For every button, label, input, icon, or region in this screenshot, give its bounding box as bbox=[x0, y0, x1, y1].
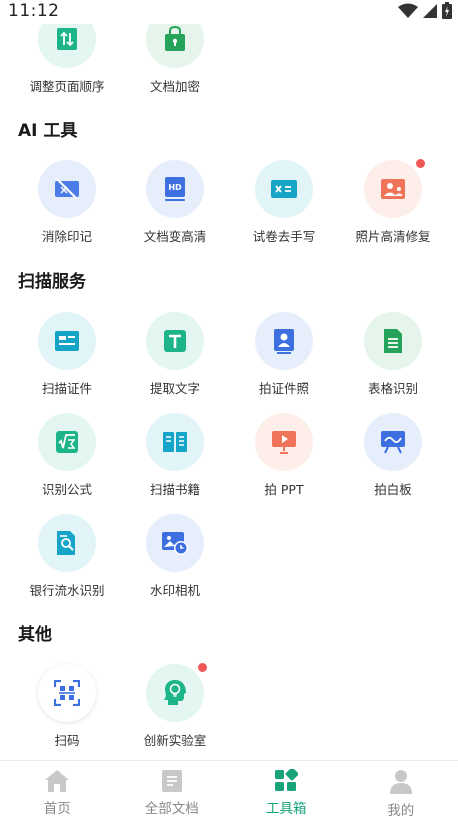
tool-remove-mark[interactable]: 消除印记 bbox=[12, 160, 122, 245]
tool-reorder-pages[interactable]: 调整页面顺序 bbox=[12, 24, 122, 95]
tool-label: 表格识别 bbox=[367, 381, 418, 396]
tool-watermark-camera[interactable]: 水印相机 bbox=[120, 514, 230, 599]
signal-icon bbox=[423, 3, 437, 18]
status-bar: 11:12 bbox=[0, 0, 458, 24]
tool-innovation-lab[interactable]: 创新实验室 bbox=[120, 663, 230, 749]
sheet-icon bbox=[384, 329, 402, 353]
book-icon bbox=[163, 432, 187, 452]
formula-icon bbox=[56, 431, 78, 453]
tool-label: 扫描证件 bbox=[41, 381, 92, 396]
whiteboard-icon bbox=[381, 431, 405, 454]
tab-label: 工具箱 bbox=[266, 801, 307, 817]
reorder-icon bbox=[57, 28, 77, 50]
tool-label: 文档加密 bbox=[149, 79, 200, 94]
tab-toolbox[interactable]: 工具箱 bbox=[229, 761, 344, 820]
id-card-icon bbox=[55, 331, 79, 351]
qr-scan-icon bbox=[54, 680, 80, 706]
tool-shoot-whiteboard[interactable]: 拍白板 bbox=[338, 413, 448, 498]
tool-label: 文档变高清 bbox=[143, 229, 207, 244]
section-title-ai-tools: AI 工具 bbox=[18, 121, 78, 141]
tab-label: 首页 bbox=[43, 801, 71, 817]
bottom-tab-bar: 首页 全部文档 工具箱 我的 bbox=[0, 760, 458, 820]
tools-scroll-area[interactable]: 调整页面顺序 文档加密 AI 工具 消除印记 HD 文档变高清 试卷去手写 照片… bbox=[0, 24, 458, 760]
tool-erase-handwriting[interactable]: 试卷去手写 bbox=[229, 160, 339, 245]
tool-label: 扫码 bbox=[54, 733, 80, 748]
document-icon bbox=[161, 770, 182, 792]
tool-scan-qr[interactable]: 扫码 bbox=[12, 664, 122, 749]
tab-home[interactable]: 首页 bbox=[0, 761, 115, 820]
tool-recognize-formula[interactable]: 识别公式 bbox=[12, 413, 122, 498]
tab-all-documents[interactable]: 全部文档 bbox=[115, 761, 230, 820]
id-photo-icon bbox=[274, 329, 294, 354]
tool-shoot-ppt[interactable]: 拍 PPT bbox=[229, 413, 339, 498]
tool-label: 拍白板 bbox=[374, 482, 412, 497]
remove-mark-icon bbox=[55, 178, 79, 200]
tool-document-encrypt[interactable]: 文档加密 bbox=[120, 24, 230, 95]
tool-hd-document[interactable]: HD 文档变高清 bbox=[120, 160, 230, 245]
bank-statement-icon bbox=[57, 531, 75, 555]
tool-label: 水印相机 bbox=[149, 583, 200, 598]
tool-label: 拍 PPT bbox=[264, 482, 304, 497]
lock-bag-icon bbox=[165, 26, 185, 51]
tool-label: 照片高清修复 bbox=[355, 229, 431, 244]
hd-document-icon: HD bbox=[165, 177, 185, 201]
wifi-icon bbox=[398, 3, 418, 18]
tab-label: 全部文档 bbox=[144, 801, 199, 817]
tool-photo-restore[interactable]: 照片高清修复 bbox=[338, 159, 448, 245]
status-icons bbox=[398, 2, 452, 19]
tool-label: 消除印记 bbox=[41, 229, 92, 244]
photo-restore-icon bbox=[381, 179, 405, 199]
tab-profile[interactable]: 我的 bbox=[344, 761, 458, 820]
tool-label: 扫描书籍 bbox=[149, 482, 200, 497]
tab-label: 我的 bbox=[387, 803, 415, 819]
tool-scan-book[interactable]: 扫描书籍 bbox=[120, 413, 230, 498]
tool-id-photo[interactable]: 拍证件照 bbox=[229, 312, 339, 397]
svg-text:HD: HD bbox=[168, 183, 182, 192]
tool-extract-text[interactable]: 提取文字 bbox=[120, 312, 230, 397]
new-badge bbox=[198, 663, 207, 672]
erase-handwriting-icon bbox=[271, 180, 297, 198]
status-time: 11:12 bbox=[8, 1, 60, 21]
tool-label: 识别公式 bbox=[41, 482, 92, 497]
tool-label: 试卷去手写 bbox=[252, 229, 316, 244]
tool-label: 调整页面顺序 bbox=[29, 79, 105, 94]
toolbox-icon bbox=[275, 769, 299, 791]
tool-label: 提取文字 bbox=[149, 381, 200, 396]
tool-bank-statement[interactable]: 银行流水识别 bbox=[12, 514, 122, 599]
tool-table-recognize[interactable]: 表格识别 bbox=[338, 312, 448, 397]
tool-label: 银行流水识别 bbox=[29, 583, 105, 598]
profile-icon bbox=[389, 770, 412, 794]
home-icon bbox=[45, 770, 70, 792]
section-title-scan-services: 扫描服务 bbox=[18, 272, 86, 292]
ppt-icon bbox=[272, 431, 296, 454]
section-title-others: 其他 bbox=[18, 625, 52, 645]
tool-scan-id[interactable]: 扫描证件 bbox=[12, 312, 122, 397]
tool-label: 创新实验室 bbox=[143, 733, 207, 748]
text-extract-icon bbox=[164, 330, 186, 352]
new-badge bbox=[416, 159, 425, 168]
watermark-camera-icon bbox=[162, 532, 188, 555]
innovation-lab-icon bbox=[164, 680, 186, 705]
tool-label: 拍证件照 bbox=[258, 381, 309, 396]
battery-icon bbox=[442, 2, 452, 19]
